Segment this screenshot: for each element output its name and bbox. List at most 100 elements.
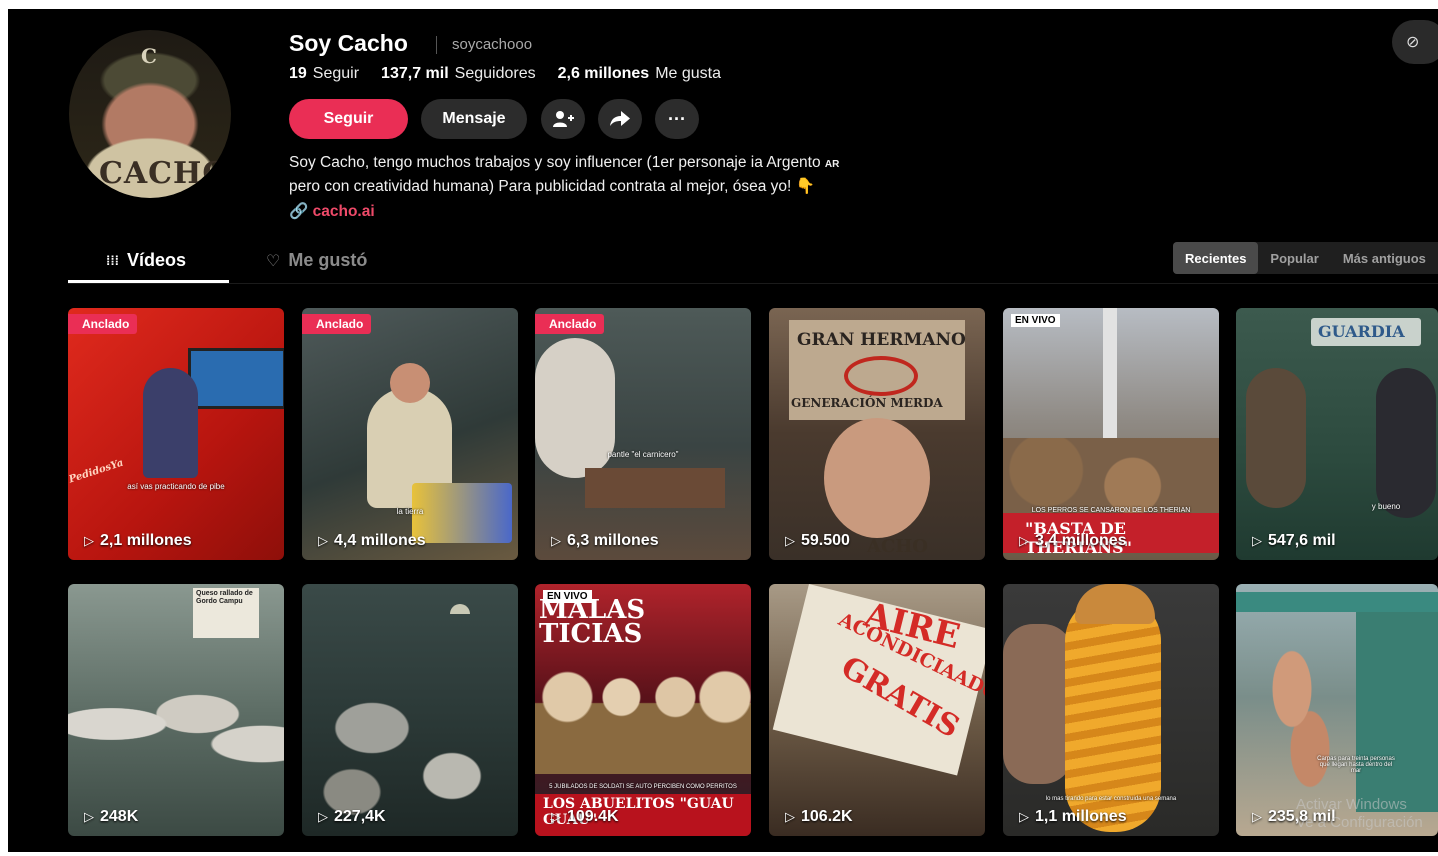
video-caption-overlay: pantle "el carnicero" bbox=[607, 450, 679, 459]
pinned-badge: Anclado bbox=[535, 314, 605, 334]
name-divider bbox=[436, 36, 437, 54]
video-card[interactable]: PedidosYa Anclado así vas practicando de… bbox=[68, 308, 284, 560]
view-count: ▷ 547,6 mil bbox=[1252, 532, 1336, 549]
tabs-divider bbox=[68, 283, 1438, 284]
profile-link[interactable]: 🔗 cacho.ai bbox=[289, 202, 375, 221]
share-icon bbox=[610, 111, 630, 126]
thumbnail-animals bbox=[312, 664, 512, 824]
thumbnail-tent-wall bbox=[1356, 612, 1438, 812]
heart-outline-icon: ♡ bbox=[266, 252, 281, 270]
thumbnail-poster-text: Queso rallado de Gordo Campu bbox=[196, 590, 253, 605]
thumbnail-figure bbox=[1246, 368, 1306, 508]
play-icon: ▷ bbox=[84, 533, 94, 548]
play-icon: ▷ bbox=[1019, 533, 1029, 548]
view-count: ▷ 6,3 millones bbox=[551, 532, 659, 549]
thumbnail-logo-text: PedidosYa bbox=[68, 457, 125, 486]
add-user-icon bbox=[553, 111, 574, 127]
message-button[interactable]: Mensaje bbox=[421, 99, 527, 139]
sort-popular[interactable]: Popular bbox=[1258, 242, 1330, 274]
sort-recent[interactable]: Recientes bbox=[1173, 242, 1259, 274]
thumbnail-sign-text: GUARDIA bbox=[1318, 322, 1405, 341]
thumbnail-table bbox=[585, 468, 725, 508]
sort-oldest[interactable]: Más antiguos bbox=[1331, 242, 1438, 274]
video-caption-overlay: y bueno bbox=[1371, 502, 1401, 511]
video-subcaption-overlay: 5 JUBILADOS DE SOLDATI SE AUTO PERCIBEN … bbox=[549, 784, 737, 790]
tab-liked-label: Me gustó bbox=[288, 250, 368, 270]
thumbnail-figures bbox=[68, 674, 284, 774]
video-card[interactable]: ▷ 227,4K bbox=[302, 584, 518, 836]
video-card[interactable]: Queso rallado de Gordo Campu ▷ 248K bbox=[68, 584, 284, 836]
sort-segmented-control: Recientes Popular Más antiguos bbox=[1173, 242, 1438, 274]
avatar-shirt-text: CACHO bbox=[99, 156, 230, 191]
stat-likes: 2,6 millones Me gusta bbox=[557, 65, 722, 82]
thumbnail-sign-text: GENERACIÓN MERDA bbox=[791, 396, 943, 410]
video-card[interactable]: Anclado pantle "el carnicero" ▷ 6,3 millo… bbox=[535, 308, 751, 560]
pinned-badge: Anclado bbox=[68, 314, 138, 334]
view-count: ▷ 248K bbox=[84, 808, 139, 825]
profile-link-text[interactable]: cacho.ai bbox=[313, 203, 375, 220]
thumbnail-figure bbox=[1376, 368, 1436, 518]
tiktok-icon: ⊘ bbox=[1406, 34, 1420, 51]
eye-icon bbox=[844, 356, 918, 396]
video-caption-overlay: así vas practicando de pibe bbox=[127, 482, 225, 491]
window-frame-left bbox=[0, 0, 8, 856]
window-frame-bottom bbox=[0, 852, 1438, 856]
video-card[interactable]: GUARDIA y bueno ▷ 547,6 mil bbox=[1236, 308, 1438, 560]
pinned-badge: Anclado bbox=[302, 314, 372, 334]
video-card[interactable]: Anclado la tierra ▷ 4,4 millones bbox=[302, 308, 518, 560]
follow-button[interactable]: Seguir bbox=[289, 99, 408, 139]
argentina-flag-icon: AR bbox=[824, 159, 840, 170]
more-icon: ··· bbox=[668, 108, 686, 129]
tab-videos[interactable]: ⁞⁞⁞ Vídeos bbox=[106, 250, 186, 271]
add-friend-button[interactable] bbox=[541, 99, 585, 139]
play-icon: ▷ bbox=[318, 809, 328, 824]
video-caption-overlay: lo mas tirando para estar construida una… bbox=[1045, 796, 1177, 802]
thumbnail-obelisk bbox=[1103, 308, 1117, 448]
more-options-button[interactable]: ··· bbox=[655, 99, 699, 139]
thumbnail-screen bbox=[188, 348, 284, 409]
thumbnail-crowd bbox=[1003, 438, 1219, 518]
thumbnail-sign-text: GRAN HERMANO bbox=[797, 330, 966, 350]
stat-followers[interactable]: 137,7 mil Seguidores bbox=[381, 65, 536, 83]
windows-activation-watermark: Activar Windows Ve a Configuración bbox=[1296, 796, 1423, 831]
thumbnail-figure bbox=[1003, 624, 1073, 784]
view-count: ▷ 227,4K bbox=[318, 808, 386, 825]
view-count: ▷ 1,1 millones bbox=[1019, 808, 1127, 825]
thumbnail-head bbox=[390, 363, 430, 403]
thumbnail-bun bbox=[1075, 584, 1155, 624]
play-icon: ▷ bbox=[1252, 809, 1262, 824]
play-icon: ▷ bbox=[1252, 533, 1262, 548]
video-card[interactable]: AIRE ACONDICIAADO GRATIS ▷ 106.2K bbox=[769, 584, 985, 836]
thumbnail-figure bbox=[143, 368, 198, 478]
play-icon: ▷ bbox=[84, 809, 94, 824]
video-card[interactable]: EN VIVO LOS PERROS SE CANSARON DE LOS TH… bbox=[1003, 308, 1219, 560]
stat-following[interactable]: 19 Seguir bbox=[289, 65, 359, 83]
share-button[interactable] bbox=[598, 99, 642, 139]
view-count: ▷ 59.500 bbox=[785, 532, 850, 549]
play-icon: ▷ bbox=[551, 533, 561, 548]
play-icon: ▷ bbox=[551, 809, 561, 824]
tab-liked[interactable]: ♡ Me gustó bbox=[266, 250, 367, 271]
tab-videos-label: Vídeos bbox=[127, 250, 187, 270]
top-right-icon-button[interactable]: ⊘ bbox=[1392, 20, 1438, 64]
thumbnail-packages bbox=[412, 483, 512, 543]
thumbnail-headline: MALAS TICIAS bbox=[539, 595, 646, 649]
view-count: ▷ 3,4 millones bbox=[1019, 532, 1127, 549]
video-card[interactable]: lo mas tirando para estar construida una… bbox=[1003, 584, 1219, 836]
play-icon: ▷ bbox=[1019, 809, 1029, 824]
window-frame-top bbox=[0, 0, 1438, 9]
profile-handle: soycachooo bbox=[452, 36, 533, 53]
play-icon: ▷ bbox=[785, 533, 795, 548]
avatar-cap-letter: C bbox=[141, 44, 157, 68]
thumbnail-tent-roof bbox=[1236, 592, 1438, 612]
profile-stats: 19 Seguir 137,7 mil Seguidores 2,6 millone… bbox=[289, 65, 721, 83]
play-icon: ▷ bbox=[785, 809, 795, 824]
grid-icon: ⁞⁞⁞ bbox=[106, 253, 119, 268]
profile-avatar[interactable]: C CACHO bbox=[69, 30, 231, 198]
profile-bio: Soy Cacho, tengo muchos trabajos y soy i… bbox=[289, 154, 840, 195]
video-card[interactable]: GRAN HERMANO GENERACIÓN MERDA ACHO ▷ 59.5… bbox=[769, 308, 985, 560]
video-card[interactable]: EN VIVO MALAS TICIAS 5 JUBILADOS DE SOLD… bbox=[535, 584, 751, 836]
view-count: ▷ 109.4K bbox=[551, 808, 619, 825]
lamp-icon bbox=[450, 604, 470, 614]
play-icon: ▷ bbox=[318, 533, 328, 548]
